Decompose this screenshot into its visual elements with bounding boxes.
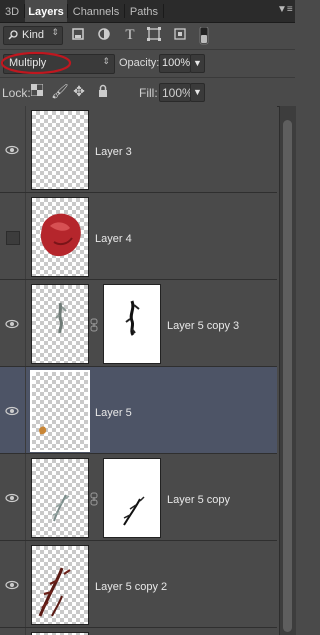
tab-layers[interactable]: Layers bbox=[25, 0, 67, 22]
panel-tab-bar: 3D Layers Channels Paths ▼≡ bbox=[0, 0, 295, 23]
updown-chevron-icon: ⇕ bbox=[102, 56, 110, 66]
mask-link-icon[interactable] bbox=[89, 318, 99, 332]
panel-menu-icon[interactable]: ▼≡ bbox=[277, 3, 293, 17]
lock-row: Lock: 🖌 ✥ Fill: 100% ▼ bbox=[0, 77, 295, 107]
fill-input[interactable]: 100% bbox=[159, 83, 193, 102]
type-filter-icon[interactable]: T bbox=[122, 27, 138, 43]
orange-blob-image bbox=[39, 426, 47, 435]
layer-thumbnail bbox=[31, 545, 89, 625]
layer-thumbnail bbox=[30, 370, 90, 452]
fill-label: Fill: bbox=[139, 86, 158, 100]
layer-row[interactable]: Layer 4 bbox=[0, 193, 277, 280]
tab-3d[interactable]: 3D bbox=[0, 0, 24, 22]
tab-paths[interactable]: Paths bbox=[125, 0, 163, 22]
layer-row[interactable]: Layer 5 copy 2 bbox=[0, 541, 277, 628]
pixel-filter-icon[interactable] bbox=[70, 27, 86, 43]
fill-value: 100% bbox=[162, 86, 193, 100]
layers-scrollbar[interactable] bbox=[279, 106, 296, 635]
lock-all-icon[interactable] bbox=[96, 84, 110, 98]
search-icon bbox=[8, 30, 18, 40]
layer-mask-thumbnail[interactable] bbox=[103, 458, 161, 538]
layer-row[interactable]: Layer 5 copy bbox=[0, 454, 277, 541]
filter-toggle-icon[interactable] bbox=[196, 26, 212, 45]
gray-strokes-image bbox=[55, 302, 67, 334]
lock-transparent-icon[interactable] bbox=[30, 83, 44, 98]
layer-thumbnail bbox=[31, 458, 89, 538]
layer-thumbnail bbox=[31, 110, 89, 190]
eye-icon[interactable] bbox=[4, 142, 20, 158]
gray-strokes-image bbox=[52, 494, 70, 522]
lock-image-icon[interactable]: 🖌 bbox=[51, 84, 69, 98]
adjustment-filter-icon[interactable] bbox=[96, 27, 112, 43]
layer-name[interactable]: Layer 4 bbox=[95, 233, 132, 245]
eye-icon[interactable] bbox=[4, 403, 20, 419]
filter-kind-select[interactable]: Kind ⇕ bbox=[3, 26, 63, 45]
blend-row: Multiply ⇕ Opacity: 100% ▼ bbox=[0, 49, 295, 77]
lock-label: Lock: bbox=[2, 86, 31, 100]
opacity-dropdown-arrow[interactable]: ▼ bbox=[190, 54, 205, 73]
layer-thumbnail bbox=[31, 284, 89, 364]
mask-image bbox=[125, 300, 140, 336]
eye-icon[interactable] bbox=[4, 316, 20, 332]
eye-icon[interactable] bbox=[4, 577, 20, 593]
layer-name[interactable]: Layer 5 copy 2 bbox=[95, 581, 167, 593]
layer-thumbnail bbox=[31, 197, 89, 277]
scrollbar-thumb[interactable] bbox=[283, 120, 292, 632]
lock-position-icon[interactable]: ✥ bbox=[72, 84, 86, 98]
layer-row[interactable]: Layer 3 bbox=[0, 106, 277, 193]
layer-filter-row: Kind ⇕ T bbox=[0, 23, 295, 48]
layer-name[interactable]: Layer 3 bbox=[95, 146, 132, 158]
layer-name[interactable]: Layer 5 copy 3 bbox=[167, 320, 239, 332]
layer-name[interactable]: Layer 5 copy bbox=[167, 494, 230, 506]
tab-channels[interactable]: Channels bbox=[68, 0, 124, 22]
opacity-label: Opacity: bbox=[119, 57, 160, 69]
opacity-value: 100% bbox=[162, 57, 191, 69]
visibility-toggle-empty[interactable] bbox=[6, 231, 20, 245]
mask-link-icon[interactable] bbox=[89, 492, 99, 506]
filter-kind-label: Kind bbox=[22, 29, 45, 41]
layers-list: Layer 3 Layer 4 Layer 5 copy 3 Layer 5 L… bbox=[0, 106, 277, 635]
layer-mask-thumbnail[interactable] bbox=[103, 284, 161, 364]
layer-row-partial[interactable] bbox=[0, 628, 277, 635]
shape-filter-icon[interactable] bbox=[146, 27, 162, 43]
opacity-input[interactable]: 100% bbox=[159, 54, 191, 73]
red-object-image bbox=[40, 213, 81, 257]
layer-row-selected[interactable]: Layer 5 bbox=[0, 367, 277, 454]
dark-red-strokes-image bbox=[38, 567, 71, 617]
eye-icon[interactable] bbox=[4, 490, 20, 506]
updown-chevron-icon: ⇕ bbox=[51, 27, 59, 37]
highlight-ellipse bbox=[0, 51, 72, 75]
layer-name[interactable]: Layer 5 bbox=[95, 407, 132, 419]
smart-object-filter-icon[interactable] bbox=[172, 27, 188, 43]
mask-image bbox=[123, 496, 145, 526]
fill-dropdown-arrow[interactable]: ▼ bbox=[190, 83, 205, 102]
layer-row[interactable]: Layer 5 copy 3 bbox=[0, 280, 277, 367]
